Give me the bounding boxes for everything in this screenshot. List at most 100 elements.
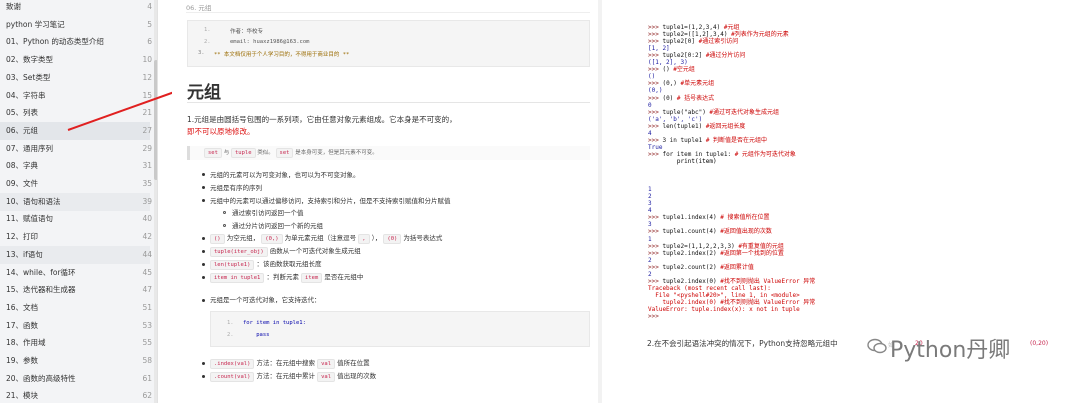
shell-output: 3 [648, 200, 652, 208]
shell-comment: #列表作为元组的元素 [727, 31, 789, 39]
sidebar-scrollbar[interactable] [154, 0, 157, 403]
bullet-dot [202, 362, 205, 365]
shell-prompt: >>> [648, 108, 663, 116]
shell-prompt: >>> [648, 150, 663, 158]
shell-comment: #单元素元组 [676, 80, 715, 88]
sidebar-page-number: 40 [142, 214, 152, 224]
shell-code: tuple2=([1,2],3,4) [662, 31, 728, 39]
sidebar-item[interactable]: 01、Python 的动态类型介绍 [0, 33, 150, 51]
shell-code: tuple2=(1,1,2,2,3,3) [662, 242, 735, 250]
sidebar-item[interactable]: 13、if语句 [0, 245, 150, 264]
bullet-dot [202, 375, 205, 378]
shell-output: tuple2.index(0) #找不到则抛出 ValueError 异常 [648, 298, 816, 306]
bullet-item: 元组中的元素可以通过偏移访问，支持索引和分片，但是不支持索引赋值和分片赋值 [210, 197, 451, 205]
bullet-dot [202, 263, 205, 266]
line-number: 3. [198, 50, 205, 56]
code-inline: val [317, 372, 336, 382]
note-text: 类似。 [257, 150, 274, 156]
bullet-text: 方法：在元组中搜索 [256, 359, 316, 367]
code-inline: tuple [230, 148, 256, 158]
shell-line: >>> [648, 313, 662, 320]
shell-output: 2 [648, 193, 652, 201]
shell-output: 2 [648, 256, 652, 264]
sidebar-item[interactable]: 19、参数 [0, 352, 150, 370]
shell-line: 1 [648, 236, 652, 243]
bullet-dot [202, 173, 205, 176]
shell-line: >>> (0) # 括号表达式 [648, 95, 714, 102]
code-inline: set [204, 148, 222, 158]
code-line: 作者：华校专 [230, 29, 264, 35]
code-line: for item in tuple1: [243, 320, 306, 326]
bullet-item: 元组是一个可迭代对象，它支持迭代： [210, 296, 321, 304]
shell-comment: #元组 [720, 24, 740, 31]
line-number: 1. [204, 27, 211, 33]
bullet-item: 元组的元素可以为可变对象，也可以为不可变对象。 [210, 171, 360, 179]
sidebar-item[interactable]: 09、文件 [0, 175, 150, 193]
shell-prompt: >>> [648, 228, 663, 236]
sidebar-item[interactable]: 16、文档 [0, 299, 150, 317]
shell-prompt: >>> [648, 31, 663, 39]
line-number: 2. [204, 39, 211, 45]
sidebar-item[interactable]: 20、函数的高级特性 [0, 370, 150, 388]
bullet-dot [202, 199, 205, 202]
shell-output: True [648, 143, 663, 151]
shell-line: >>> tuple("abc") #通过可迭代对象生成元组 [648, 109, 779, 116]
sidebar-item[interactable]: 21、模块 [0, 387, 150, 403]
red-arrow-annotation [67, 87, 188, 131]
sidebar-item[interactable]: 02、数字类型 [0, 51, 150, 69]
line-number: 1. [227, 320, 234, 326]
shell-output: (0,) [648, 87, 663, 95]
code-inline: val [317, 359, 336, 369]
bullet-text: ：判断元素 [266, 273, 299, 281]
sidebar-item[interactable]: 11、赋值语句 [0, 210, 150, 228]
shell-code: len(tuple1) [662, 122, 703, 130]
code-inline: tuple(iter_obj) [210, 247, 268, 257]
shell-output: Traceback (most recent call last): [648, 284, 771, 292]
sidebar-page-number: 51 [142, 302, 152, 312]
shell-line: >>> tuple1.index(4) # 搜索值所在位置 [648, 214, 769, 221]
paragraph-ignore-parens: 2.在不会引起语法冲突的情况下，Python支持忽略元组中 [647, 339, 838, 348]
shell-output: print(item) [648, 157, 717, 165]
shell-prompt: >>> [648, 313, 663, 321]
shell-output: 1 [648, 235, 652, 243]
watermark-text: Python丹卿 [890, 338, 1011, 363]
shell-line: 2 [648, 193, 652, 200]
shell-line: >>> tuple1=(1,2,3,4) #元组 [648, 24, 739, 31]
shell-line: >>> (0,) #单元素元组 [648, 80, 714, 87]
sidebar-item[interactable]: 08、字典 [0, 157, 150, 175]
bullet-text: ）， [371, 234, 382, 242]
shell-line: >>> tuple1.count(4) #返回值出现的次数 [648, 228, 772, 235]
sidebar-item[interactable]: 12、打印 [0, 228, 150, 246]
shell-output: ValueError: tuple.index(x): x not in tup… [648, 306, 800, 313]
iter-code-block: 1. for item in tuple1: 2. pass [210, 311, 590, 347]
sidebar-item[interactable]: 07、通用序列 [0, 140, 150, 158]
shell-code: () [662, 66, 670, 74]
shell-output: File "<pyshell#20>", line 1, in <module> [648, 291, 800, 299]
sidebar-page-number: 10 [142, 55, 152, 65]
sidebar-item[interactable]: 15、迭代器和生成器 [0, 281, 150, 299]
code-inline: (0) [383, 234, 402, 244]
sidebar-item[interactable]: 18、作用域 [0, 334, 150, 352]
sub-bullet-dot [223, 211, 226, 214]
sidebar-item[interactable]: 致谢 [0, 0, 150, 16]
shell-output: 1 [648, 186, 652, 194]
bullet-text: 为括号表达式 [403, 234, 443, 242]
sidebar-page-number: 47 [142, 285, 152, 295]
shell-line: print(item) [648, 158, 717, 165]
sidebar-item[interactable]: 14、while、for循环 [0, 264, 150, 282]
shell-line: >>> () #空元组 [648, 66, 695, 73]
sidebar-page-number: 42 [142, 232, 152, 242]
line-number: 2. [227, 332, 234, 338]
paragraph-intro-highlight: 即不可以原地修改。 [187, 127, 255, 136]
document-scrollbar[interactable] [598, 0, 602, 403]
shell-line: >>> tuple2[0:2] #通过分片访问 [648, 52, 745, 59]
bullet-text: 值出现的次数 [337, 372, 377, 380]
sidebar-page-number: 62 [142, 391, 152, 401]
sidebar-item[interactable]: python 学习笔记 [0, 16, 150, 34]
sidebar-item[interactable]: 17、函数 [0, 317, 150, 335]
shell-line: >>> 3 in tuple1 # 判断值是否在元组中 [648, 137, 767, 144]
shell-comment: #返回值出现的次数 [716, 228, 772, 236]
shell-comment: #有重复值的元组 [734, 242, 784, 250]
shell-comment: #通过索引访问 [694, 38, 739, 46]
sidebar-item[interactable]: 10、语句和语法 [0, 192, 150, 211]
